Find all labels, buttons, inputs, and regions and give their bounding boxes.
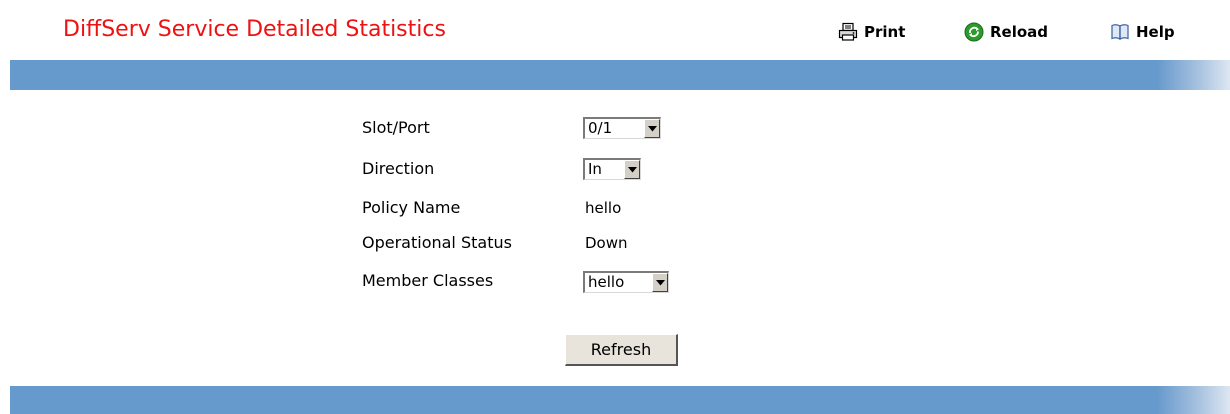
- reload-icon: [964, 22, 984, 42]
- help-button[interactable]: Help: [1110, 20, 1175, 44]
- chevron-down-icon[interactable]: [644, 119, 660, 138]
- chevron-down-icon[interactable]: [652, 273, 668, 292]
- operational-status-value: Down: [585, 234, 628, 252]
- top-banner-bar: [10, 60, 1230, 90]
- policy-name-value: hello: [585, 199, 622, 217]
- printer-icon: [838, 22, 858, 42]
- direction-label: Direction: [362, 159, 435, 178]
- member-classes-select[interactable]: hello: [583, 271, 669, 293]
- member-classes-label: Member Classes: [362, 271, 494, 290]
- policy-name-label: Policy Name: [362, 198, 461, 217]
- chevron-down-icon[interactable]: [624, 160, 640, 179]
- direction-select[interactable]: In: [583, 158, 641, 180]
- slot-port-select-value: 0/1: [588, 119, 613, 137]
- slot-port-select[interactable]: 0/1: [583, 117, 661, 139]
- bottom-banner-bar: [10, 386, 1230, 414]
- page-header: DiffServ Service Detailed Statistics Pri…: [0, 0, 1230, 60]
- print-label: Print: [864, 23, 906, 41]
- direction-select-value: In: [588, 160, 602, 178]
- print-button[interactable]: Print: [838, 20, 905, 44]
- slot-port-label: Slot/Port: [362, 118, 430, 137]
- help-label: Help: [1136, 23, 1175, 41]
- help-book-icon: [1110, 22, 1130, 42]
- page-title: DiffServ Service Detailed Statistics: [63, 17, 446, 42]
- reload-label: Reload: [990, 23, 1049, 41]
- refresh-button[interactable]: Refresh: [565, 334, 678, 366]
- operational-status-label: Operational Status: [362, 233, 512, 252]
- member-classes-select-value: hello: [588, 273, 625, 291]
- reload-button[interactable]: Reload: [964, 20, 1048, 44]
